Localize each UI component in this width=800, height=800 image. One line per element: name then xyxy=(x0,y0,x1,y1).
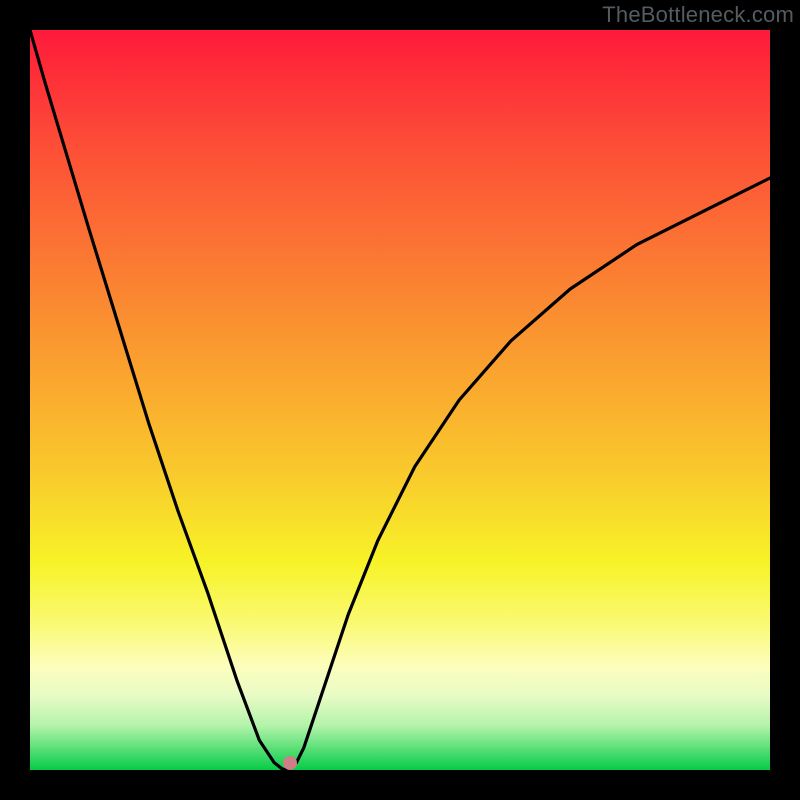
plot-area xyxy=(30,30,770,770)
watermark-text: TheBottleneck.com xyxy=(602,2,794,28)
chart-frame: TheBottleneck.com xyxy=(0,0,800,800)
optimal-point-marker xyxy=(283,756,297,770)
bottleneck-curve xyxy=(30,30,770,770)
